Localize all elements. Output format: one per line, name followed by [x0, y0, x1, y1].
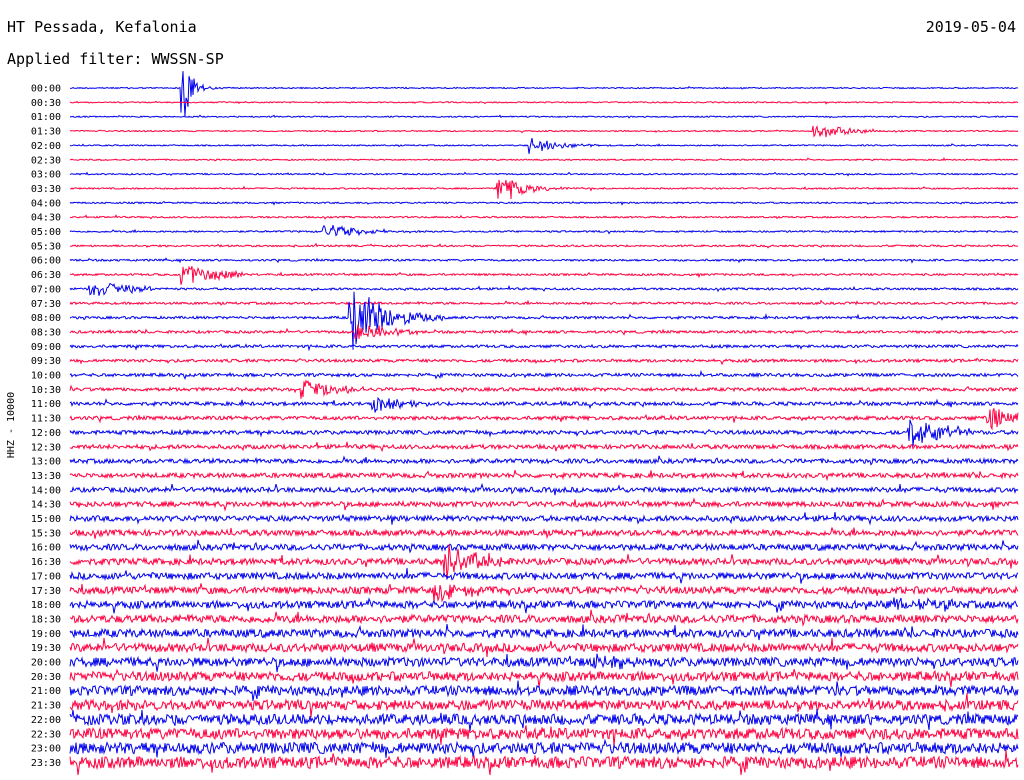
- trace-line: [69, 568, 1019, 584]
- time-label: 12:00: [31, 428, 61, 439]
- time-label: 23:00: [31, 744, 61, 755]
- time-label: 09:30: [31, 356, 61, 367]
- time-label: 10:30: [31, 385, 61, 396]
- time-label: 18:30: [31, 614, 61, 625]
- trace-line: [69, 71, 1019, 117]
- trace-line: [69, 527, 1019, 540]
- trace-line: [69, 609, 1019, 627]
- time-label: 14:00: [31, 485, 61, 496]
- trace-line: [69, 408, 1019, 431]
- time-label: 08:00: [31, 313, 61, 324]
- time-label: 06:00: [31, 256, 61, 267]
- time-label: 08:30: [31, 327, 61, 338]
- trace-line: [69, 419, 1019, 447]
- trace-line: [69, 693, 1019, 718]
- trace-line: [69, 680, 1019, 702]
- trace-line: [69, 583, 1019, 603]
- time-label: 20:30: [31, 672, 61, 683]
- time-label: 18:00: [31, 600, 61, 611]
- trace-line: [69, 597, 1019, 614]
- time-label: 14:30: [31, 500, 61, 511]
- time-label: 10:00: [31, 371, 61, 382]
- trace-line: [69, 738, 1019, 758]
- trace-line: [69, 653, 1019, 673]
- time-label: 15:30: [31, 528, 61, 539]
- time-label: 16:00: [31, 543, 61, 554]
- trace-line: [69, 124, 1019, 138]
- time-label: 07:30: [31, 299, 61, 310]
- trace-line: [69, 624, 1019, 641]
- time-label: 17:00: [31, 571, 61, 582]
- trace-line: [69, 343, 1019, 352]
- time-label: 07:00: [31, 284, 61, 295]
- trace-line: [69, 257, 1019, 264]
- time-label: 12:30: [31, 442, 61, 453]
- trace-line: [69, 265, 1019, 285]
- time-label: 03:30: [31, 184, 61, 195]
- trace-line: [69, 708, 1019, 731]
- time-label: 09:00: [31, 342, 61, 353]
- trace-line: [69, 379, 1019, 399]
- time-label: 02:30: [31, 155, 61, 166]
- time-label: 15:00: [31, 514, 61, 525]
- trace-line: [69, 539, 1019, 554]
- time-label: 04:00: [31, 198, 61, 209]
- trace-line: [69, 512, 1019, 526]
- trace-group: [69, 71, 1019, 776]
- time-label: 00:30: [31, 98, 61, 109]
- trace-line: [69, 324, 1019, 339]
- trace-line: [69, 214, 1019, 220]
- trace-line: [69, 171, 1019, 177]
- trace-line: [69, 482, 1019, 496]
- trace-line: [69, 455, 1019, 466]
- trace-line: [69, 357, 1019, 366]
- trace-line: [69, 224, 1019, 237]
- trace-line: [69, 469, 1019, 482]
- trace-line: [69, 242, 1019, 249]
- trace-line: [69, 200, 1019, 206]
- trace-line: [69, 100, 1019, 105]
- trace-line: [69, 441, 1019, 453]
- time-label: 22:00: [31, 715, 61, 726]
- time-label: 06:30: [31, 270, 61, 281]
- trace-line: [69, 369, 1019, 381]
- time-label: 11:00: [31, 399, 61, 410]
- time-label: 20:00: [31, 658, 61, 669]
- time-label: 19:30: [31, 643, 61, 654]
- trace-line: [69, 282, 1019, 296]
- time-label-group: 00:00 00:30 01:00 01:30 02:00 02:30 03:00 03:30…: [31, 84, 61, 769]
- trace-line: [69, 396, 1019, 413]
- trace-line: [69, 157, 1018, 162]
- trace-line: [69, 299, 1019, 306]
- time-label: 21:00: [31, 686, 61, 697]
- trace-line: [69, 637, 1019, 658]
- time-label: 02:00: [31, 141, 61, 152]
- time-label: 13:00: [31, 457, 61, 468]
- trace-line: [69, 114, 1019, 119]
- time-label: 13:30: [31, 471, 61, 482]
- trace-line: [69, 291, 1019, 350]
- trace-line: [69, 137, 1019, 154]
- time-label: 23:30: [31, 758, 61, 769]
- helicorder-chart: 00:00 00:30 01:00 01:30 02:00 02:30 03:00 03:30…: [6, 71, 1019, 776]
- time-label: 01:00: [31, 112, 61, 123]
- time-label: 17:30: [31, 586, 61, 597]
- trace-line: [69, 497, 1019, 512]
- time-label: 00:00: [31, 84, 61, 95]
- time-label: 05:30: [31, 241, 61, 252]
- trace-line: [69, 179, 1019, 200]
- time-label: 11:30: [31, 414, 61, 425]
- time-label: 05:00: [31, 227, 61, 238]
- time-label: 01:30: [31, 127, 61, 138]
- trace-line: [69, 668, 1019, 688]
- time-label: 03:00: [31, 170, 61, 181]
- y-axis-label: HHZ - 10000: [6, 392, 17, 458]
- time-label: 16:30: [31, 557, 61, 568]
- time-label: 21:30: [31, 701, 61, 712]
- time-label: 19:00: [31, 629, 61, 640]
- time-label: 22:30: [31, 729, 61, 740]
- time-label: 04:30: [31, 213, 61, 224]
